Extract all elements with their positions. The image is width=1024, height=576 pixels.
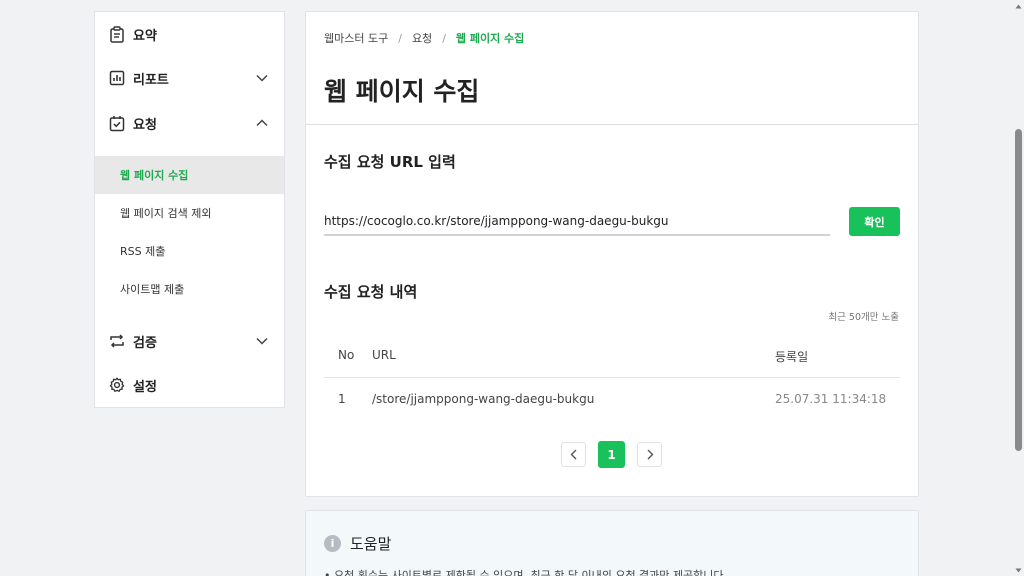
sidebar-item-label: 검증 (133, 335, 157, 351)
breadcrumb-separator: / (442, 31, 446, 45)
chevron-down-icon (256, 335, 268, 347)
history-table: No URL 등록일 1 /store/jjamppong-wang-daegu… (324, 334, 900, 422)
help-text: • 요청 횟수는 사이트별로 제한될 수 있으며, 최근 한 달 이내의 요청 … (324, 569, 728, 576)
page: 요약 리포트 요청 웹 페이지 수집 웹 페이지 검색 제외 RSS 제출 사이… (0, 0, 1024, 576)
table-row: 1 /store/jjamppong-wang-daegu-bukgu 25.0… (324, 378, 900, 422)
checkbox-icon (108, 115, 125, 132)
sidebar-item-label: 리포트 (133, 72, 169, 88)
clipboard-icon (108, 25, 125, 43)
row-no: 1 (338, 392, 346, 406)
chevron-right-icon (646, 449, 654, 460)
sidebar-item-summary[interactable]: 요약 (95, 16, 284, 52)
help-panel: i 도움말 • 요청 횟수는 사이트별로 제한될 수 있으며, 최근 한 달 이… (305, 510, 919, 576)
history-section-title: 수집 요청 내역 (324, 283, 418, 301)
sidebar-subitem-web-page-exclude[interactable]: 웹 페이지 검색 제외 (95, 194, 284, 232)
sidebar-item-request[interactable]: 요청 (95, 105, 284, 141)
repeat-icon (108, 333, 125, 350)
breadcrumb: 웹마스터 도구 / 요청 / 웹 페이지 수집 (324, 30, 524, 46)
table-header: No URL 등록일 (324, 334, 900, 378)
scroll-up-arrow-icon[interactable] (1015, 2, 1022, 10)
scroll-down-arrow-icon[interactable] (1015, 566, 1022, 574)
page-number-button[interactable]: 1 (598, 441, 625, 468)
divider (306, 124, 918, 125)
request-section-title: 수집 요청 URL 입력 (324, 153, 456, 171)
scrollbar-thumb[interactable] (1015, 129, 1022, 451)
sidebar-item-label: 요청 (133, 117, 157, 133)
breadcrumb-item[interactable]: 요청 (412, 30, 432, 46)
sidebar-item-report[interactable]: 리포트 (95, 60, 284, 96)
column-header-date: 등록일 (775, 350, 809, 364)
sidebar-item-label: 요약 (133, 28, 157, 44)
url-input[interactable] (324, 208, 830, 236)
sidebar-item-verify[interactable]: 검증 (95, 323, 284, 359)
prev-page-button[interactable] (561, 442, 586, 467)
sidebar-subitem-web-page-collect[interactable]: 웹 페이지 수집 (95, 156, 284, 194)
sidebar-item-label: 설정 (133, 379, 157, 395)
row-date: 25.07.31 11:34:18 (775, 392, 887, 406)
sidebar-subitem-rss-submit[interactable]: RSS 제출 (95, 232, 284, 270)
scrollbar[interactable] (1013, 0, 1024, 576)
chevron-up-icon (256, 117, 268, 129)
chevron-down-icon (256, 72, 268, 84)
bar-chart-icon (108, 70, 125, 87)
breadcrumb-item[interactable]: 웹마스터 도구 (324, 30, 388, 46)
column-header-no: No (338, 348, 355, 362)
row-url: /store/jjamppong-wang-daegu-bukgu (372, 392, 595, 406)
main-panel: 웹마스터 도구 / 요청 / 웹 페이지 수집 웹 페이지 수집 수집 요청 U… (305, 11, 919, 497)
breadcrumb-separator: / (398, 31, 402, 45)
sidebar-item-settings[interactable]: 설정 (95, 367, 284, 403)
column-header-url: URL (372, 348, 396, 362)
history-note: 최근 50개만 노출 (828, 312, 899, 323)
sidebar: 요약 리포트 요청 웹 페이지 수집 웹 페이지 검색 제외 RSS 제출 사이… (94, 11, 285, 408)
confirm-button[interactable]: 확인 (849, 207, 900, 236)
chevron-left-icon (570, 449, 578, 460)
gear-icon (108, 377, 125, 394)
next-page-button[interactable] (637, 442, 662, 467)
info-icon: i (324, 535, 341, 552)
help-title-row: i 도움말 (324, 533, 391, 554)
help-title: 도움말 (350, 535, 392, 553)
sidebar-subitem-sitemap-submit[interactable]: 사이트맵 제출 (95, 270, 284, 308)
breadcrumb-current: 웹 페이지 수집 (455, 32, 525, 45)
page-title: 웹 페이지 수집 (324, 77, 480, 106)
